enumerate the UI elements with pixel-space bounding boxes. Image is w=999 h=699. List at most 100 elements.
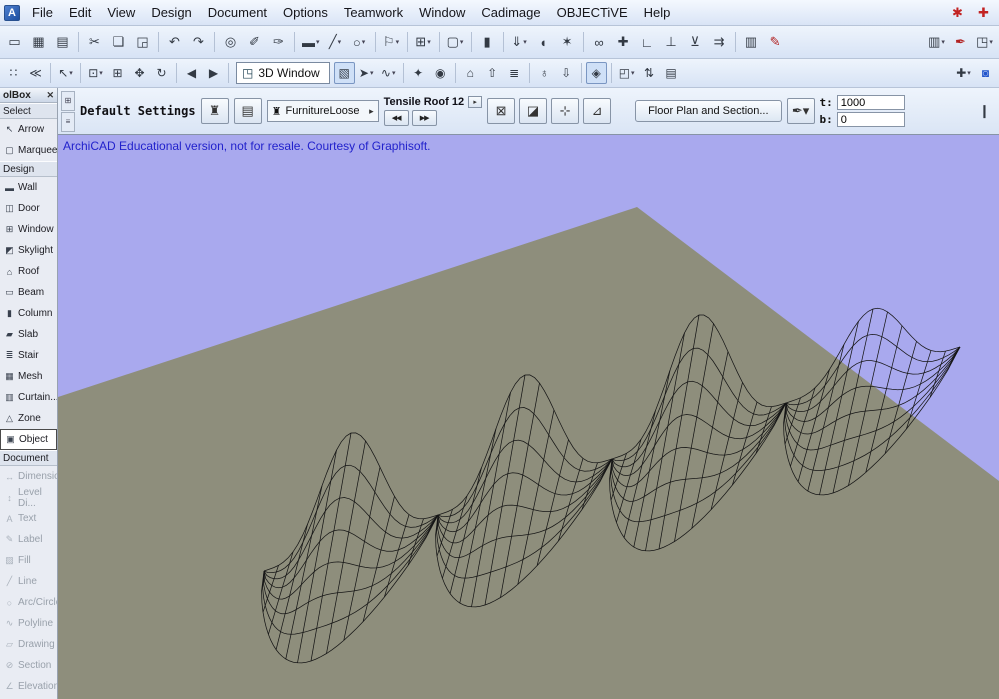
relative-construction-icon[interactable]: ⚐ ▾ (380, 30, 403, 54)
corner-icon[interactable]: ∟ (636, 30, 659, 54)
menu-window[interactable]: Window (411, 2, 473, 23)
orbit-icon[interactable]: ↻ (151, 62, 172, 84)
3d-view-mode-icon[interactable]: ▧ (333, 62, 355, 84)
top-offset-input[interactable]: 1000 (836, 95, 905, 110)
dropdown-arrow-icon[interactable]: ▾ (941, 38, 945, 46)
display-options-icon[interactable]: ▥ ▾ (925, 30, 948, 54)
toolbox-item-slab[interactable]: ▰ Slab (0, 324, 57, 345)
menu-document[interactable]: Document (200, 2, 275, 23)
toolbox-item-section[interactable]: ⊘ Section (0, 655, 57, 676)
group-icon[interactable]: ▢ ▾ (444, 30, 467, 54)
toolbox-section-document[interactable]: Document (0, 450, 57, 466)
intersect-icon[interactable]: ⊥ (660, 30, 683, 54)
orbit-3d-icon[interactable]: ➤ ▾ (356, 62, 377, 84)
fit-in-window-icon[interactable]: ⊡ ▾ (85, 62, 106, 84)
cut-icon[interactable]: ✂ (83, 30, 106, 54)
layers-quick-icon[interactable]: ▤ (661, 62, 682, 84)
pickup-parameters-icon[interactable]: ✐ (243, 30, 266, 54)
previous-object-button[interactable]: ◀◀ (383, 110, 409, 126)
toolbox-item-marquee[interactable]: ▢ Marquee (0, 140, 57, 161)
object-settings-icon[interactable]: ⊠ (487, 98, 516, 124)
teamwork-send-receive-icon[interactable]: ⇅ (639, 62, 660, 84)
menu-objective[interactable]: OBJECTiVE (549, 2, 636, 23)
toolbox-item-fill[interactable]: ▨ Fill (0, 550, 57, 571)
toolbox-item-drawing[interactable]: ▱ Drawing (0, 634, 57, 655)
gravity-icon[interactable]: ⇓ ▾ (508, 30, 531, 54)
toolbox-item-elevation[interactable]: ∠ Elevation (0, 676, 57, 697)
pin-icon[interactable]: ✚ (612, 30, 635, 54)
fly-path-icon[interactable]: ∿ ▾ (378, 62, 399, 84)
canvas-3d-window[interactable]: ArchiCAD Educational version, not for re… (58, 135, 999, 699)
addon-icon[interactable]: ◰ ▾ (616, 62, 638, 84)
paste-icon[interactable]: ◲ (131, 30, 154, 54)
pen-set-button[interactable]: ✒ ▾ (786, 98, 815, 124)
dropdown-arrow-icon[interactable]: ▾ (967, 69, 971, 77)
red-pen-icon[interactable]: ✒ (949, 30, 972, 54)
toolbox-item-roof[interactable]: ⌂ Roof (0, 261, 57, 282)
split-icon[interactable]: ⊻ (684, 30, 707, 54)
arrow-tool-icon[interactable]: ↖ ▾ (55, 62, 76, 84)
dropdown-arrow-icon[interactable]: ▾ (631, 69, 635, 77)
cadimage-tools-icon[interactable]: ✱ (946, 1, 969, 25)
previous-view-icon[interactable]: ◀ (181, 62, 202, 84)
object-preview-icon[interactable]: ◪ (519, 98, 548, 124)
next-object-button[interactable]: ▶▶ (411, 110, 437, 126)
pan-icon[interactable]: ✥ (129, 62, 150, 84)
dropdown-arrow-icon[interactable]: ▾ (338, 38, 342, 46)
toolbox-header[interactable]: olBox ✕ (0, 88, 57, 103)
dropdown-arrow-icon[interactable]: ▾ (69, 69, 73, 77)
home-story-icon[interactable]: ⌂ (460, 62, 481, 84)
toolbox-item-stair[interactable]: ≣ Stair (0, 345, 57, 366)
extras-icon[interactable]: ✚ ▾ (953, 62, 974, 84)
toolbox-item-wall[interactable]: ▬ Wall (0, 177, 57, 198)
link-icon[interactable]: ∞ (588, 30, 611, 54)
wall-reference-icon[interactable]: ▬ ▾ (299, 30, 323, 54)
toolbox-item-beam[interactable]: ▭ Beam (0, 282, 57, 303)
save-icon[interactable]: ▦ (27, 30, 50, 54)
drag-handle-icon[interactable]: ∷ (3, 62, 24, 84)
favorite-object-combo[interactable]: ♜ FurnitureLoose ▸ (266, 100, 379, 122)
infobar-overflow-icon[interactable]: ❙ (973, 99, 996, 123)
dropdown-arrow-icon[interactable]: ▾ (427, 38, 431, 46)
story-up-icon[interactable]: ⇧ (482, 62, 503, 84)
next-view-icon[interactable]: ▶ (203, 62, 224, 84)
view-selector-3d-window[interactable]: ◳ 3D Window (236, 62, 330, 84)
dropdown-arrow-icon[interactable]: ▾ (989, 38, 993, 46)
menu-teamwork[interactable]: Teamwork (336, 2, 411, 23)
anchor-point-icon[interactable]: ⊹ (551, 98, 580, 124)
toolbox-item-zone[interactable]: △ Zone (0, 408, 57, 429)
story-settings-icon[interactable]: ≣ (504, 62, 525, 84)
rotation-angle-icon[interactable]: ⊿ (583, 98, 612, 124)
bottom-offset-input[interactable]: 0 (836, 112, 905, 127)
publish-icon[interactable]: ⇩ (556, 62, 577, 84)
blue-app-icon[interactable]: ◙ (975, 62, 996, 84)
toolbox-item-arrow[interactable]: ↖ Arrow (0, 119, 57, 140)
object-menu-button[interactable]: ▸ (468, 96, 483, 108)
zoom-selection-icon[interactable]: ⊞ (107, 62, 128, 84)
3d-selection-icon[interactable]: ◈ (585, 62, 607, 84)
toolbox-item-object[interactable]: ▣ Object (0, 429, 57, 450)
close-icon[interactable]: ✕ (46, 90, 54, 101)
toolbox-item-column[interactable]: ▮ Column (0, 303, 57, 324)
toolbox-item-polyline[interactable]: ∿ Polyline (0, 613, 57, 634)
menu-options[interactable]: Options (275, 2, 336, 23)
markup-pen-icon[interactable]: ✎ (764, 30, 787, 54)
layer-settings-icon[interactable]: ▥ (740, 30, 763, 54)
objective-tools-icon[interactable]: ✚ (972, 1, 995, 25)
geometry-line-icon[interactable]: ╱ ▾ (324, 30, 347, 54)
menu-design[interactable]: Design (143, 2, 199, 23)
toolbox-item-arc-circle[interactable]: ○ Arc/Circle (0, 592, 57, 613)
virtual-building-icon[interactable]: ♁ (534, 62, 555, 84)
menu-file[interactable]: File (24, 2, 61, 23)
object-default-settings-button[interactable]: ♜ (200, 98, 229, 124)
magic-wand-icon[interactable]: ✶ (556, 30, 579, 54)
look-to-icon[interactable]: ◉ (430, 62, 451, 84)
redo-icon[interactable]: ↷ (187, 30, 210, 54)
menu-view[interactable]: View (99, 2, 143, 23)
infobox-grid-icon[interactable]: ⊞ (61, 90, 75, 111)
column-tool-icon[interactable]: ▮ (476, 30, 499, 54)
dropdown-arrow-icon[interactable]: ▾ (460, 38, 464, 46)
geometry-arc-icon[interactable]: ○ ▾ (348, 30, 371, 54)
toolbox-section-design[interactable]: Design (0, 161, 57, 177)
menu-edit[interactable]: Edit (61, 2, 99, 23)
